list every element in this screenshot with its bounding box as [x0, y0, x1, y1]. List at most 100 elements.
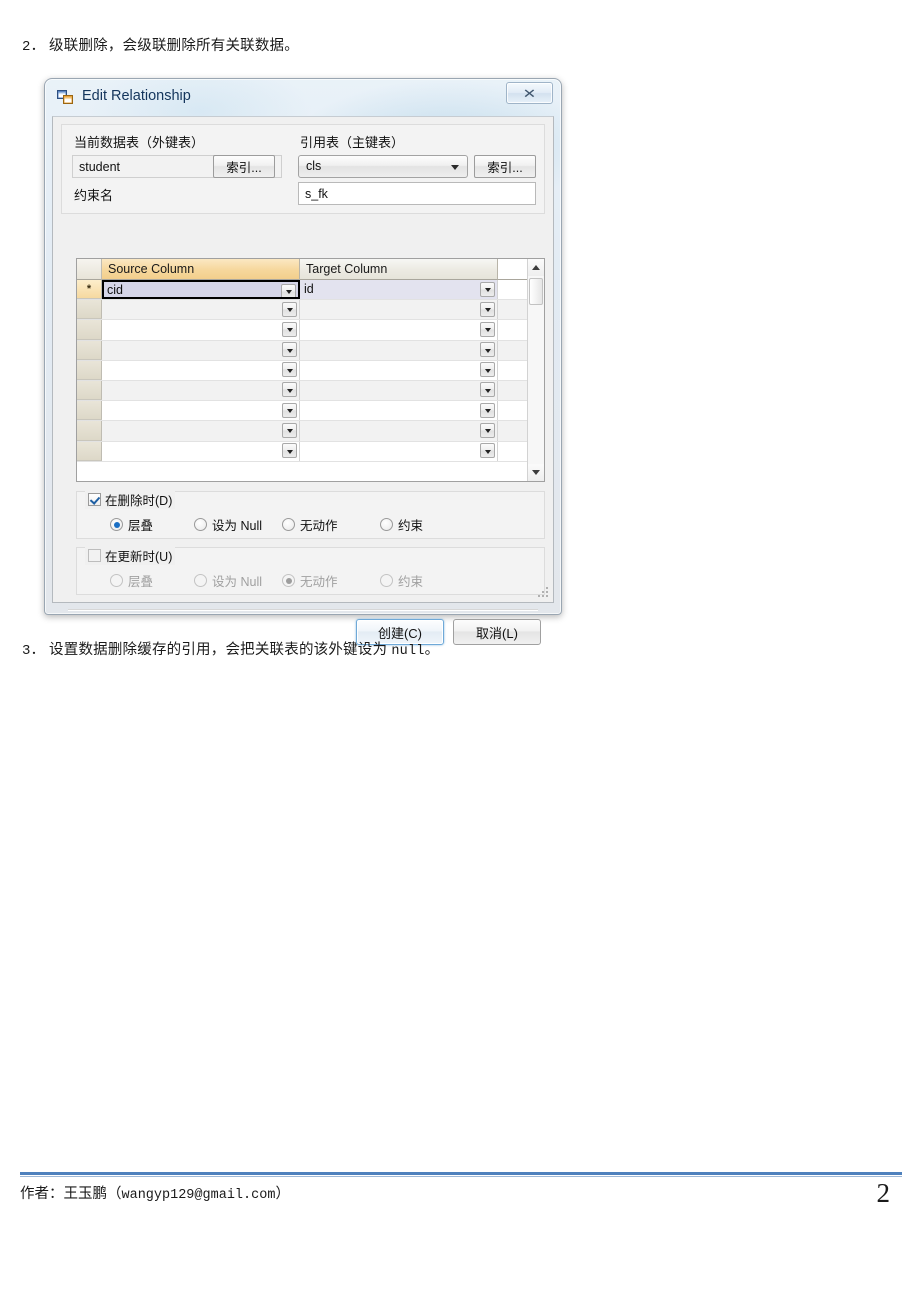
cell-target-column[interactable] [300, 340, 498, 360]
cell-source-column[interactable] [102, 421, 300, 441]
on-update-options: 层叠 设为 Null 无动作 约束 [77, 568, 544, 590]
row-header-marker[interactable] [77, 360, 102, 380]
cell-source-column[interactable] [102, 401, 300, 421]
row-header-marker[interactable] [77, 441, 102, 461]
cell-target-column[interactable] [300, 300, 498, 320]
cell-source-column[interactable]: cid [102, 280, 300, 300]
cell-dropdown-icon[interactable] [480, 402, 495, 418]
column-mapping-grid[interactable]: Source Column Target Column * cid id [76, 258, 545, 482]
cell-dropdown-icon[interactable] [480, 342, 495, 358]
close-button[interactable]: ✕ [506, 82, 553, 104]
on-delete-option-set-null-label: 设为 Null [212, 519, 263, 533]
on-delete-option-restrict[interactable]: 约束 [380, 515, 423, 534]
grid-vertical-scrollbar[interactable] [527, 259, 544, 481]
table-row[interactable]: * cid id [77, 280, 544, 301]
cell-dropdown-icon[interactable] [480, 362, 495, 378]
on-update-group: 在更新时(U) 层叠 设为 Null 无动作 约束 [76, 546, 545, 595]
grid-header-target-column[interactable]: Target Column [300, 259, 498, 280]
cell-dropdown-icon[interactable] [480, 422, 495, 438]
table-row[interactable] [77, 340, 544, 361]
cell-dropdown-icon[interactable] [282, 443, 297, 458]
on-update-option-set-null: 设为 Null [194, 571, 262, 590]
triangle-up-icon [532, 265, 540, 270]
cell-dropdown-icon[interactable] [282, 362, 297, 378]
row-header-marker[interactable]: * [77, 280, 102, 300]
cell-target-column[interactable] [300, 421, 498, 441]
index-button-target[interactable]: 索引... [474, 155, 536, 178]
radio-unselected-icon [194, 574, 207, 587]
constraint-name-input[interactable]: s_fk [298, 182, 536, 205]
row-header-marker[interactable] [77, 421, 102, 441]
cell-target-column[interactable] [300, 441, 498, 461]
list-item-3-text-after: 。 [424, 642, 440, 658]
on-update-option-set-null-label: 设为 Null [212, 575, 263, 589]
cell-target-column[interactable]: id [300, 280, 498, 300]
on-delete-option-cascade[interactable]: 层叠 [110, 515, 153, 534]
cell-dropdown-icon[interactable] [480, 443, 495, 458]
scrollbar-thumb[interactable] [529, 278, 543, 305]
table-row[interactable] [77, 401, 544, 422]
cell-target-column[interactable] [300, 380, 498, 401]
cell-dropdown-icon[interactable] [480, 382, 495, 398]
radio-selected-disabled-icon [282, 574, 295, 587]
cell-dropdown-icon[interactable] [281, 283, 296, 298]
row-header-marker[interactable] [77, 320, 102, 340]
on-delete-option-set-null[interactable]: 设为 Null [194, 515, 262, 534]
radio-selected-icon [110, 518, 123, 531]
on-delete-checkbox[interactable]: 在删除时(D) [85, 490, 176, 509]
scroll-up-button[interactable] [528, 259, 544, 276]
radio-unselected-icon [380, 574, 393, 587]
dialog-client-area: 当前数据表（外键表） 引用表（主键表） student 索引... cls 索引… [52, 116, 554, 645]
cell-dropdown-icon[interactable] [282, 422, 297, 438]
row-header-marker[interactable] [77, 380, 102, 401]
cell-dropdown-icon[interactable] [282, 321, 297, 337]
on-delete-option-no-action[interactable]: 无动作 [282, 515, 338, 534]
cell-source-column[interactable] [102, 360, 300, 380]
cell-dropdown-icon[interactable] [480, 321, 495, 337]
cell-dropdown-icon[interactable] [282, 382, 297, 398]
grid-corner-cell [77, 259, 102, 280]
row-header-marker[interactable] [77, 401, 102, 421]
list-item-2-text: 级联删除，会级联删除所有关联数据。 [49, 38, 299, 54]
cell-dropdown-icon[interactable] [480, 301, 495, 317]
cell-source-column[interactable] [102, 380, 300, 401]
button-bar-separator [68, 609, 538, 611]
table-row[interactable] [77, 360, 544, 381]
cell-source-column[interactable] [102, 300, 300, 320]
document-page: 2． 级联删除，会级联删除所有关联数据。 Edit Relationship ✕ [0, 0, 920, 1302]
cell-source-column[interactable] [102, 441, 300, 461]
cell-dropdown-icon[interactable] [282, 342, 297, 358]
table-row[interactable] [77, 421, 544, 442]
footer-email: wangyp129@gmail.com [121, 1188, 276, 1203]
index-button-source[interactable]: 索引... [213, 155, 275, 178]
grid-header-source-column[interactable]: Source Column [102, 259, 300, 280]
row-header-marker[interactable] [77, 340, 102, 360]
referenced-table-combo[interactable]: cls [298, 155, 468, 178]
cell-dropdown-icon[interactable] [282, 301, 297, 317]
table-row[interactable] [77, 441, 544, 462]
on-update-option-no-action: 无动作 [282, 571, 338, 590]
on-update-option-cascade-label: 层叠 [128, 575, 154, 589]
cancel-button[interactable]: 取消(L) [453, 619, 541, 645]
referenced-table-label: 引用表（主键表） [300, 135, 405, 150]
cell-source-column[interactable] [102, 320, 300, 340]
edit-relationship-window[interactable]: Edit Relationship ✕ 当前数据表（外键表） 引用表（主键表） … [44, 78, 562, 645]
cell-source-text: cid [107, 283, 123, 297]
current-table-label: 当前数据表（外键表） [74, 135, 205, 150]
cell-dropdown-icon[interactable] [480, 281, 495, 297]
scroll-down-button[interactable] [528, 464, 544, 481]
on-update-checkbox[interactable]: 在更新时(U) [85, 546, 176, 565]
footer-divider [20, 1172, 902, 1177]
cell-source-column[interactable] [102, 340, 300, 360]
table-row[interactable] [77, 380, 544, 402]
close-icon: ✕ [522, 85, 537, 101]
table-row[interactable] [77, 300, 544, 321]
cell-target-column[interactable] [300, 320, 498, 340]
window-title-bar[interactable]: Edit Relationship ✕ [44, 78, 562, 116]
row-header-marker[interactable] [77, 300, 102, 320]
cell-target-column[interactable] [300, 360, 498, 380]
table-row[interactable] [77, 320, 544, 341]
cell-dropdown-icon[interactable] [282, 402, 297, 418]
resize-grip[interactable] [537, 586, 550, 599]
cell-target-column[interactable] [300, 401, 498, 421]
